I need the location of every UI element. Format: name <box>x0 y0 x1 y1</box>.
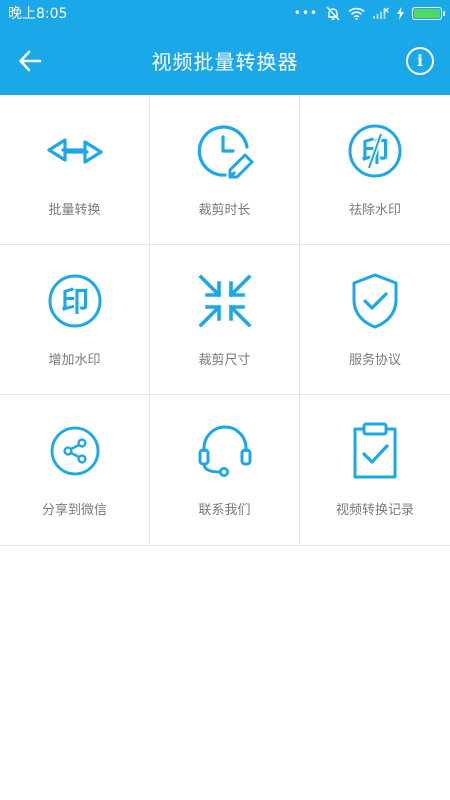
tile-label: 视频转换记录 <box>335 503 414 518</box>
status-time: 晚上8:05 <box>8 6 68 22</box>
tile-contact-us[interactable]: 联系我们 <box>150 395 300 545</box>
tile-label: 联系我们 <box>198 503 251 518</box>
tile-crop-size[interactable]: 裁剪尺寸 <box>150 245 300 395</box>
tile-label: 裁剪尺寸 <box>198 353 251 368</box>
charging-icon <box>397 6 404 20</box>
headset-icon <box>195 421 255 481</box>
info-button[interactable]: i <box>406 47 434 75</box>
info-icon: i <box>416 51 424 70</box>
shield-check-icon <box>345 271 405 331</box>
tile-label: 批量转换 <box>48 203 101 218</box>
clock-edit-icon <box>195 121 255 181</box>
tile-trim-duration[interactable]: 裁剪时长 <box>150 95 300 245</box>
battery-icon <box>412 6 445 20</box>
feature-grid: 批量转换 裁剪时长 印 祛除水印 印 <box>0 95 450 546</box>
swap-arrows-icon <box>45 121 105 181</box>
tile-conversion-history[interactable]: 视频转换记录 <box>300 395 450 545</box>
tile-label: 增加水印 <box>48 353 101 368</box>
app-bar: 视频批量转换器 i <box>0 26 450 95</box>
signal-icon <box>373 7 389 19</box>
tile-service-agreement[interactable]: 服务协议 <box>300 245 450 395</box>
shrink-arrows-icon <box>195 271 255 331</box>
wifi-icon <box>348 7 365 20</box>
tile-label: 祛除水印 <box>348 203 401 218</box>
bell-off-icon <box>326 6 340 20</box>
share-icon <box>45 421 105 481</box>
tile-add-watermark[interactable]: 印 增加水印 <box>0 245 150 395</box>
tile-share-wechat[interactable]: 分享到微信 <box>0 395 150 545</box>
more-dots-icon: ••• <box>293 6 318 20</box>
status-icons: ••• <box>293 6 445 21</box>
watermark-glyph: 印 <box>60 285 88 318</box>
tile-label: 分享到微信 <box>41 503 107 518</box>
status-bar: 晚上8:05 ••• <box>0 0 450 26</box>
page-title: 视频批量转换器 <box>151 50 299 74</box>
arrow-left-icon <box>19 50 42 72</box>
watermark-remove-icon: 印 <box>345 121 405 181</box>
battery-level <box>414 8 440 18</box>
tile-label: 服务协议 <box>348 353 401 368</box>
tile-batch-convert[interactable]: 批量转换 <box>0 95 150 245</box>
back-button[interactable] <box>14 46 46 76</box>
clipboard-check-icon <box>345 421 405 481</box>
tile-label: 裁剪时长 <box>198 203 251 218</box>
tile-remove-watermark[interactable]: 印 祛除水印 <box>300 95 450 245</box>
watermark-add-icon: 印 <box>45 271 105 331</box>
